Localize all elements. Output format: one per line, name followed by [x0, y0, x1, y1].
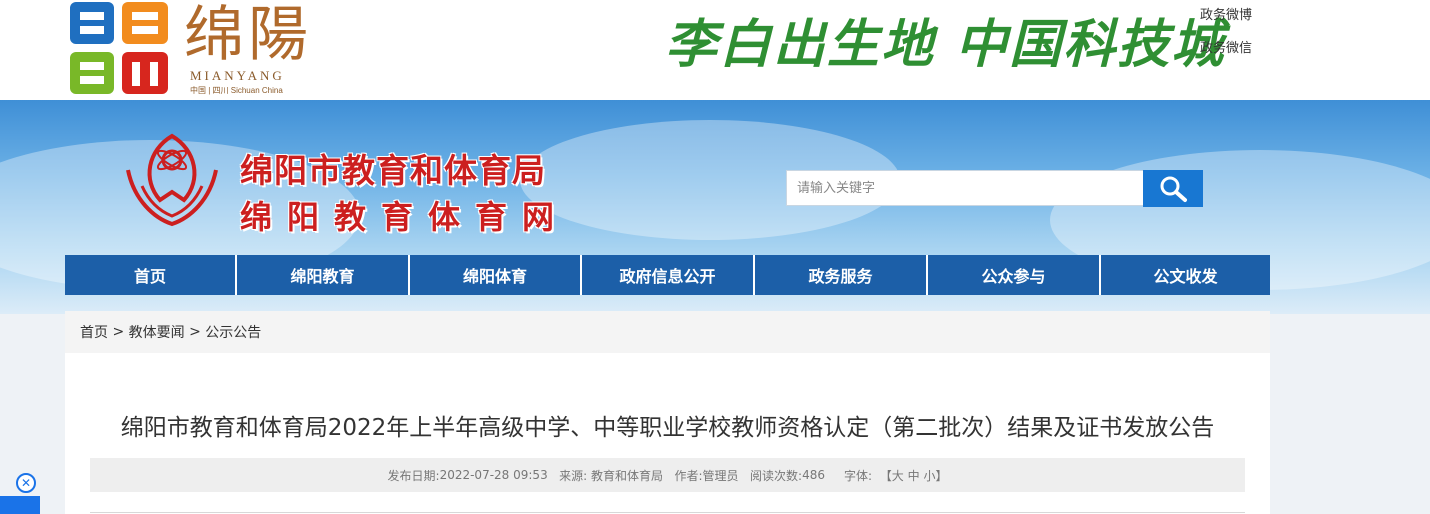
font-label: 字体:: [844, 468, 873, 483]
font-large-button[interactable]: 大: [892, 467, 904, 484]
font-small-button[interactable]: 小: [923, 467, 935, 484]
divider: [90, 512, 1245, 513]
search-icon: [1160, 176, 1187, 202]
views-count: 486: [802, 468, 825, 482]
breadcrumb-separator: >: [189, 324, 201, 340]
breadcrumb: 首页 > 教体要闻 > 公示公告: [65, 311, 1270, 353]
site-subtitle: 绵阳教育体育网: [240, 198, 570, 236]
nav-item-home[interactable]: 首页: [65, 255, 237, 295]
floating-side-tab[interactable]: [0, 496, 40, 514]
mianyang-logo-icon[interactable]: [68, 0, 172, 96]
nav-item-education[interactable]: 绵阳教育: [237, 255, 410, 295]
nav-item-gov-service[interactable]: 政务服务: [755, 255, 928, 295]
wechat-link[interactable]: 政务微信: [1200, 37, 1252, 56]
article-meta: 发布日期: 2022-07-28 09:53 来源: 教育和体育局 作者: 管理…: [90, 458, 1245, 492]
site-title: 绵阳市教育和体育局: [240, 151, 546, 190]
slogan: 李白出生地 中国科技城: [665, 14, 1226, 75]
main-nav: 首页 绵阳教育 绵阳体育 政府信息公开 政务服务 公众参与 公文收发: [65, 255, 1270, 295]
article-title: 绵阳市教育和体育局2022年上半年高级中学、中等职业学校教师资格认定（第二批次）…: [120, 415, 1215, 441]
font-medium-button[interactable]: 中: [908, 467, 920, 484]
city-name-cn: 绵陽: [184, 0, 312, 70]
bureau-emblem-icon[interactable]: [120, 130, 224, 230]
nav-item-documents[interactable]: 公文收发: [1101, 255, 1270, 295]
source-label: 来源:: [559, 468, 588, 483]
nav-item-sports[interactable]: 绵阳体育: [410, 255, 582, 295]
nav-item-participation[interactable]: 公众参与: [928, 255, 1101, 295]
breadcrumb-separator: >: [112, 324, 125, 340]
breadcrumb-news[interactable]: 教体要闻: [129, 322, 185, 342]
views-label: 阅读次数:: [750, 468, 803, 483]
top-bar: 绵陽 MIANYANG 中国 | 四川 Sichuan China 李白出生地 …: [0, 0, 1430, 100]
publish-date: 2022-07-28 09:53: [439, 468, 548, 482]
author-label: 作者:: [674, 468, 703, 483]
nav-item-gov-info[interactable]: 政府信息公开: [582, 255, 755, 295]
city-name-en: MIANYANG: [190, 68, 285, 83]
breadcrumb-notices[interactable]: 公示公告: [205, 322, 261, 342]
font-bracket-close: 】: [935, 468, 948, 483]
source-value: 教育和体育局: [591, 468, 664, 483]
date-label: 发布日期:: [387, 468, 440, 483]
article-container: 绵阳市教育和体育局2022年上半年高级中学、中等职业学校教师资格认定（第二批次）…: [65, 353, 1270, 514]
breadcrumb-home[interactable]: 首页: [80, 322, 108, 342]
weibo-link[interactable]: 政务微博: [1200, 4, 1252, 23]
font-bracket-open: 【: [879, 468, 892, 483]
city-subtitle: 中国 | 四川 Sichuan China: [190, 86, 283, 95]
close-icon[interactable]: ✕: [16, 473, 36, 493]
author-value: 管理员: [702, 468, 739, 483]
search-input[interactable]: [786, 170, 1152, 206]
search-button[interactable]: [1143, 170, 1203, 207]
